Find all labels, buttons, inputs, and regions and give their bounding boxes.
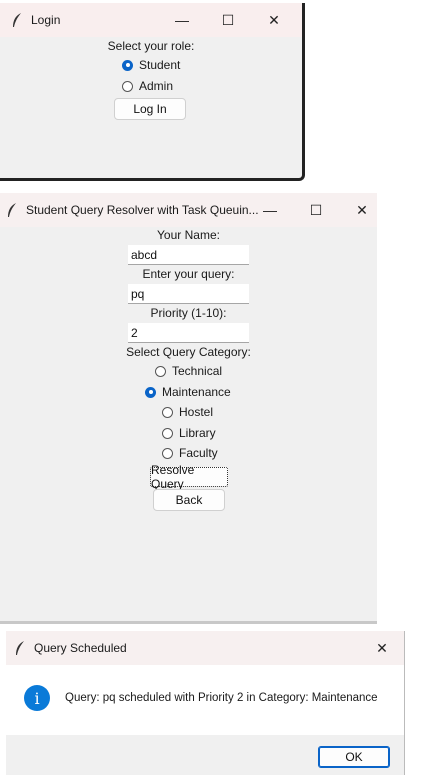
radio-label: Technical bbox=[172, 364, 223, 378]
radio-category-maintenance[interactable]: Maintenance bbox=[145, 385, 231, 399]
priority-input[interactable] bbox=[128, 323, 249, 343]
radio-label: Admin bbox=[139, 79, 174, 93]
radio-unselected-indicator bbox=[155, 365, 166, 377]
radio-selected-indicator bbox=[145, 386, 156, 398]
login-window: Login — ☐ ✕ Select your role: Student Ad… bbox=[0, 3, 305, 181]
maximize-button[interactable]: ☐ bbox=[294, 193, 338, 227]
resolver-titlebar: Student Query Resolver with Task Queuin.… bbox=[0, 193, 377, 227]
radio-category-library[interactable]: Library bbox=[162, 426, 216, 440]
radio-label: Faculty bbox=[179, 446, 218, 460]
query-input[interactable] bbox=[128, 284, 249, 304]
query-label: Enter your query: bbox=[142, 267, 235, 281]
radio-label: Library bbox=[179, 426, 216, 440]
radio-unselected-indicator bbox=[162, 427, 173, 439]
minimize-button[interactable]: — bbox=[160, 3, 204, 37]
priority-label: Priority (1-10): bbox=[150, 306, 227, 320]
category-label: Select Query Category: bbox=[126, 345, 251, 359]
dialog-body: i Query: pq scheduled with Priority 2 in… bbox=[6, 665, 404, 735]
close-button[interactable]: ✕ bbox=[360, 631, 404, 665]
radio-unselected-indicator bbox=[122, 80, 133, 92]
login-window-title: Login bbox=[31, 13, 61, 27]
radio-category-hostel[interactable]: Hostel bbox=[162, 405, 213, 419]
radio-unselected-indicator bbox=[162, 447, 173, 459]
dialog-titlebar: Query Scheduled ✕ bbox=[6, 631, 404, 665]
login-button[interactable]: Log In bbox=[114, 98, 186, 120]
radio-label: Hostel bbox=[179, 405, 214, 419]
maximize-button[interactable]: ☐ bbox=[206, 3, 250, 37]
feather-icon bbox=[4, 202, 20, 218]
query-scheduled-dialog: Query Scheduled ✕ i Query: pq scheduled … bbox=[6, 631, 405, 775]
radio-category-faculty[interactable]: Faculty bbox=[162, 446, 218, 460]
role-prompt: Select your role: bbox=[107, 39, 195, 53]
back-button[interactable]: Back bbox=[153, 489, 225, 511]
info-icon: i bbox=[24, 685, 50, 711]
feather-icon bbox=[12, 640, 28, 656]
dialog-title: Query Scheduled bbox=[34, 641, 127, 655]
radio-unselected-indicator bbox=[162, 406, 173, 418]
radio-label: Maintenance bbox=[162, 385, 231, 399]
radio-role-student[interactable]: Student bbox=[122, 58, 180, 72]
feather-icon bbox=[9, 12, 25, 28]
close-button[interactable]: ✕ bbox=[252, 3, 296, 37]
login-titlebar: Login — ☐ ✕ bbox=[0, 3, 302, 37]
name-label: Your Name: bbox=[157, 228, 220, 242]
ok-button[interactable]: OK bbox=[318, 746, 390, 768]
minimize-button[interactable]: — bbox=[248, 193, 292, 227]
resolve-query-button[interactable]: Resolve Query bbox=[150, 463, 228, 491]
resolver-window-title: Student Query Resolver with Task Queuin.… bbox=[26, 203, 259, 217]
radio-category-technical[interactable]: Technical bbox=[155, 364, 222, 378]
name-input[interactable] bbox=[128, 245, 249, 265]
radio-label: Student bbox=[139, 58, 181, 72]
dialog-message: Query: pq scheduled with Priority 2 in C… bbox=[65, 692, 378, 704]
radio-selected-indicator bbox=[122, 59, 133, 71]
close-button[interactable]: ✕ bbox=[340, 193, 384, 227]
radio-role-admin[interactable]: Admin bbox=[122, 79, 173, 93]
resolver-window: Student Query Resolver with Task Queuin.… bbox=[0, 193, 377, 624]
